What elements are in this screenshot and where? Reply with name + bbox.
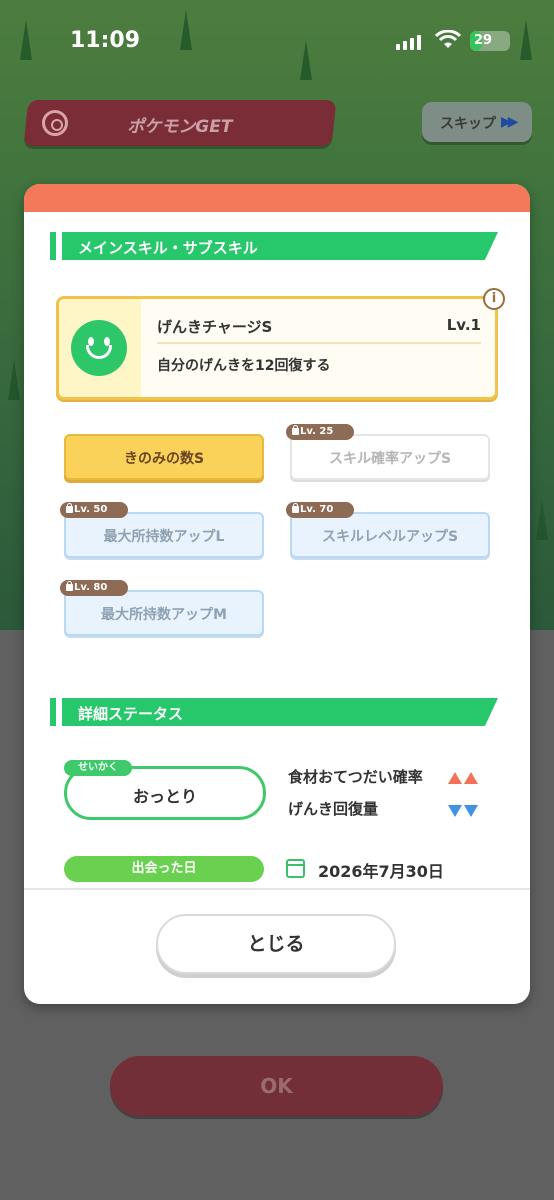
main-skill-name: げんきチャージS [157, 318, 273, 336]
lock-icon [292, 425, 299, 435]
sub-skill-3[interactable]: 最大所持数アップL [64, 512, 264, 558]
wifi-icon [435, 30, 461, 48]
sub-skill-2[interactable]: スキル確率アップS [290, 434, 490, 480]
ok-button[interactable]: OK [110, 1056, 443, 1116]
sub-skill-1[interactable]: きのみの数S [64, 434, 264, 480]
sub-skill-label: 最大所持数アップM [101, 607, 227, 623]
met-date-value: 2026年7月30日 [318, 862, 444, 881]
nature-down-effect: げんき回復量 [288, 800, 379, 818]
nature-value: おっとり [132, 787, 197, 806]
lock-icon [66, 581, 73, 591]
section-header-skills: メインスキル・サブスキル [50, 232, 498, 260]
lock-icon [292, 503, 299, 513]
modal-header-strip [24, 184, 530, 212]
down-arrows-icon [446, 802, 478, 821]
sub-skill-label: 最大所持数アップL [103, 529, 225, 545]
sub-skill-label: スキル確率アップS [328, 451, 452, 467]
met-date-label: 出会った日 [64, 856, 264, 882]
pokemon-get-banner: ポケモンGET [23, 100, 337, 146]
up-arrows-icon [446, 769, 478, 788]
sub-skill-label: きのみの数S [123, 451, 205, 467]
status-bar: 11:09 29 [0, 0, 554, 80]
nature-tag: せいかく [64, 760, 132, 776]
main-skill-level: Lv.1 [446, 316, 481, 334]
section-title: メインスキル・サブスキル [78, 239, 258, 257]
skip-label: スキップ [440, 116, 496, 132]
sub-skill-label: スキルレベルアップS [321, 529, 459, 545]
clock: 11:09 [70, 28, 141, 53]
lock-badge: Lv. 80 [60, 580, 128, 596]
section-header-details: 詳細ステータス [50, 698, 498, 726]
lock-icon [66, 503, 73, 513]
smile-face-icon [71, 320, 127, 376]
info-icon[interactable]: i [483, 288, 505, 310]
skip-button[interactable]: スキップ ▶▶ [422, 102, 532, 142]
close-button[interactable]: とじる [156, 914, 396, 974]
main-skill-card[interactable]: げんきチャージS Lv.1 自分のげんきを12回復する [56, 296, 498, 400]
sub-skill-4[interactable]: スキルレベルアップS [290, 512, 490, 558]
fast-forward-icon: ▶▶ [501, 114, 518, 130]
lock-badge: Lv. 70 [286, 502, 354, 518]
nature-up-effect: 食材おてつだい確率 [288, 768, 423, 786]
pokemon-detail-modal: メインスキル・サブスキル げんきチャージS Lv.1 自分のげんきを12回復する… [24, 184, 530, 1004]
lock-badge: Lv. 50 [60, 502, 128, 518]
cellular-signal-icon [396, 34, 421, 50]
lock-badge: Lv. 25 [286, 424, 354, 440]
battery-icon: 29 [470, 31, 510, 51]
section-title: 詳細ステータス [78, 705, 184, 723]
battery-percent: 29 [474, 33, 493, 48]
divider [24, 888, 530, 890]
calendar-icon [286, 859, 305, 878]
sub-skill-5[interactable]: 最大所持数アップM [64, 590, 264, 636]
banner-title: ポケモンGET [127, 117, 233, 137]
main-skill-description: 自分のげんきを12回復する [157, 358, 331, 374]
